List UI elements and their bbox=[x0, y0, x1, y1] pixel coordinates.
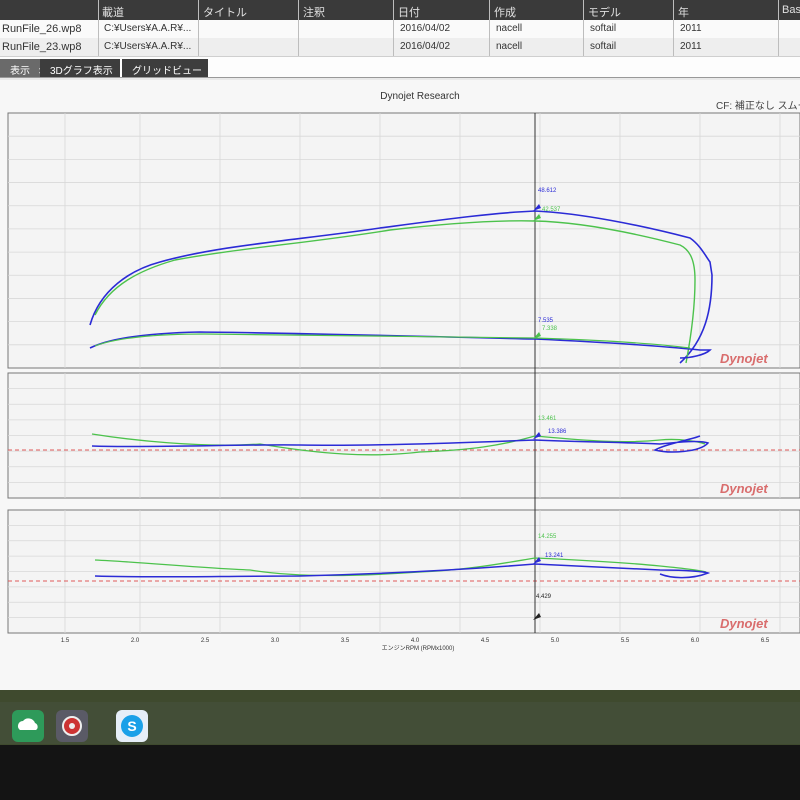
label-green-hp: 42.537 bbox=[542, 207, 561, 213]
label-green-afr: 13.461 bbox=[538, 416, 557, 422]
skype-icon[interactable]: S bbox=[116, 710, 148, 742]
table-row[interactable]: RunFile_26.wp8 C:¥Users¥A.A.R¥... 2016/0… bbox=[0, 20, 800, 39]
file-date: 2016/04/02 bbox=[400, 23, 451, 34]
label-blue-afr: 13.386 bbox=[548, 429, 567, 435]
x-axis-ticks: 1.5 2.0 2.5 3.0 3.5 4.0 4.5 5.0 5.5 6.0 6.5 bbox=[61, 638, 770, 644]
power-torque-panel bbox=[7, 112, 800, 369]
column-divider bbox=[298, 0, 299, 56]
x-tick-label: 2.0 bbox=[131, 638, 140, 644]
column-divider bbox=[489, 0, 490, 56]
cloud-icon[interactable] bbox=[12, 710, 44, 742]
dynojet-watermark: Dynojet bbox=[720, 481, 768, 496]
x-tick-label: 6.5 bbox=[761, 638, 770, 644]
file-year: 2011 bbox=[680, 23, 702, 34]
tab-grid-view[interactable]: グリッドビュー bbox=[122, 59, 208, 77]
file-model: softail bbox=[590, 41, 617, 52]
column-divider bbox=[583, 0, 584, 56]
file-author: nacell bbox=[496, 41, 523, 52]
x-tick-label: 5.5 bbox=[621, 638, 630, 644]
col-header-year[interactable]: 年 bbox=[678, 4, 689, 20]
column-divider bbox=[673, 0, 674, 56]
tab-3d-graph[interactable]: 3Dグラフ表示 bbox=[40, 59, 120, 77]
col-header-path[interactable]: 載道 bbox=[102, 4, 124, 20]
cursor-rpm-label: 4.429 bbox=[536, 594, 552, 600]
col-header-date[interactable]: 日付 bbox=[398, 4, 420, 20]
tab-graph-view[interactable]: 表示✕ bbox=[0, 59, 46, 77]
col-header-model[interactable]: モデル bbox=[588, 4, 621, 20]
label-blue-tq: 7.535 bbox=[538, 318, 554, 324]
correction-factor-label: CF: 補正なし スムー bbox=[716, 101, 800, 112]
col-header-author[interactable]: 作成 bbox=[494, 4, 516, 20]
view-tabs: 表示✕ 3Dグラフ表示 グリッドビュー bbox=[0, 57, 800, 78]
label-green-afr-2: 14.255 bbox=[538, 534, 557, 540]
x-tick-label: 3.5 bbox=[341, 638, 350, 644]
x-tick-label: 4.0 bbox=[411, 638, 420, 644]
file-name: RunFile_23.wp8 bbox=[2, 41, 82, 53]
run-file-table: 載道 タイトル 注釈 日付 作成 モデル 年 Base RunFile_26.w… bbox=[0, 0, 800, 57]
x-tick-label: 3.0 bbox=[271, 638, 280, 644]
file-author: nacell bbox=[496, 23, 523, 34]
dyno-chart[interactable]: 48.612 42.537 7.535 7.338 13.461 13.386 … bbox=[0, 80, 800, 690]
file-year: 2011 bbox=[680, 41, 702, 52]
settings-app-icon[interactable] bbox=[56, 710, 88, 742]
file-model: softail bbox=[590, 23, 617, 34]
label-blue-afr-2: 13.241 bbox=[545, 553, 564, 559]
table-row[interactable]: RunFile_23.wp8 C:¥Users¥A.A.R¥... 2016/0… bbox=[0, 38, 800, 57]
file-name: RunFile_26.wp8 bbox=[2, 23, 82, 35]
table-header: 載道 タイトル 注釈 日付 作成 モデル 年 Base bbox=[0, 0, 800, 20]
x-tick-label: 1.5 bbox=[61, 638, 70, 644]
x-tick-label: 6.0 bbox=[691, 638, 700, 644]
tab-label: 表示 bbox=[10, 66, 30, 77]
x-axis-label: エンジンRPM (RPMx1000) bbox=[382, 645, 455, 652]
file-path: C:¥Users¥A.A.R¥... bbox=[104, 23, 192, 34]
label-green-tq: 7.338 bbox=[542, 326, 558, 332]
col-header-note[interactable]: 注釈 bbox=[303, 4, 325, 20]
monitor-bezel bbox=[0, 745, 800, 800]
column-divider bbox=[98, 0, 99, 56]
dynojet-watermark: Dynojet bbox=[720, 351, 768, 366]
x-tick-label: 5.0 bbox=[551, 638, 560, 644]
dynojet-watermark: Dynojet bbox=[720, 616, 768, 631]
x-tick-label: 4.5 bbox=[481, 638, 490, 644]
svg-text:S: S bbox=[127, 718, 136, 734]
monitor-screen: 載道 タイトル 注釈 日付 作成 モデル 年 Base RunFile_26.w… bbox=[0, 0, 800, 690]
graph-title: Dynojet Research bbox=[380, 91, 460, 102]
dyno-graph-area: Dynojet Research CF: 補正なし スムー 48.612 42.… bbox=[0, 80, 800, 690]
file-date: 2016/04/02 bbox=[400, 41, 451, 52]
file-path: C:¥Users¥A.A.R¥... bbox=[104, 41, 192, 52]
col-header-base[interactable]: Base bbox=[782, 4, 800, 16]
x-tick-label: 2.5 bbox=[201, 638, 210, 644]
taskbar: S bbox=[0, 702, 800, 744]
label-blue-hp: 48.612 bbox=[538, 188, 557, 194]
column-divider bbox=[198, 0, 199, 56]
column-divider bbox=[393, 0, 394, 56]
col-header-title[interactable]: タイトル bbox=[203, 4, 247, 20]
column-divider bbox=[778, 0, 779, 56]
